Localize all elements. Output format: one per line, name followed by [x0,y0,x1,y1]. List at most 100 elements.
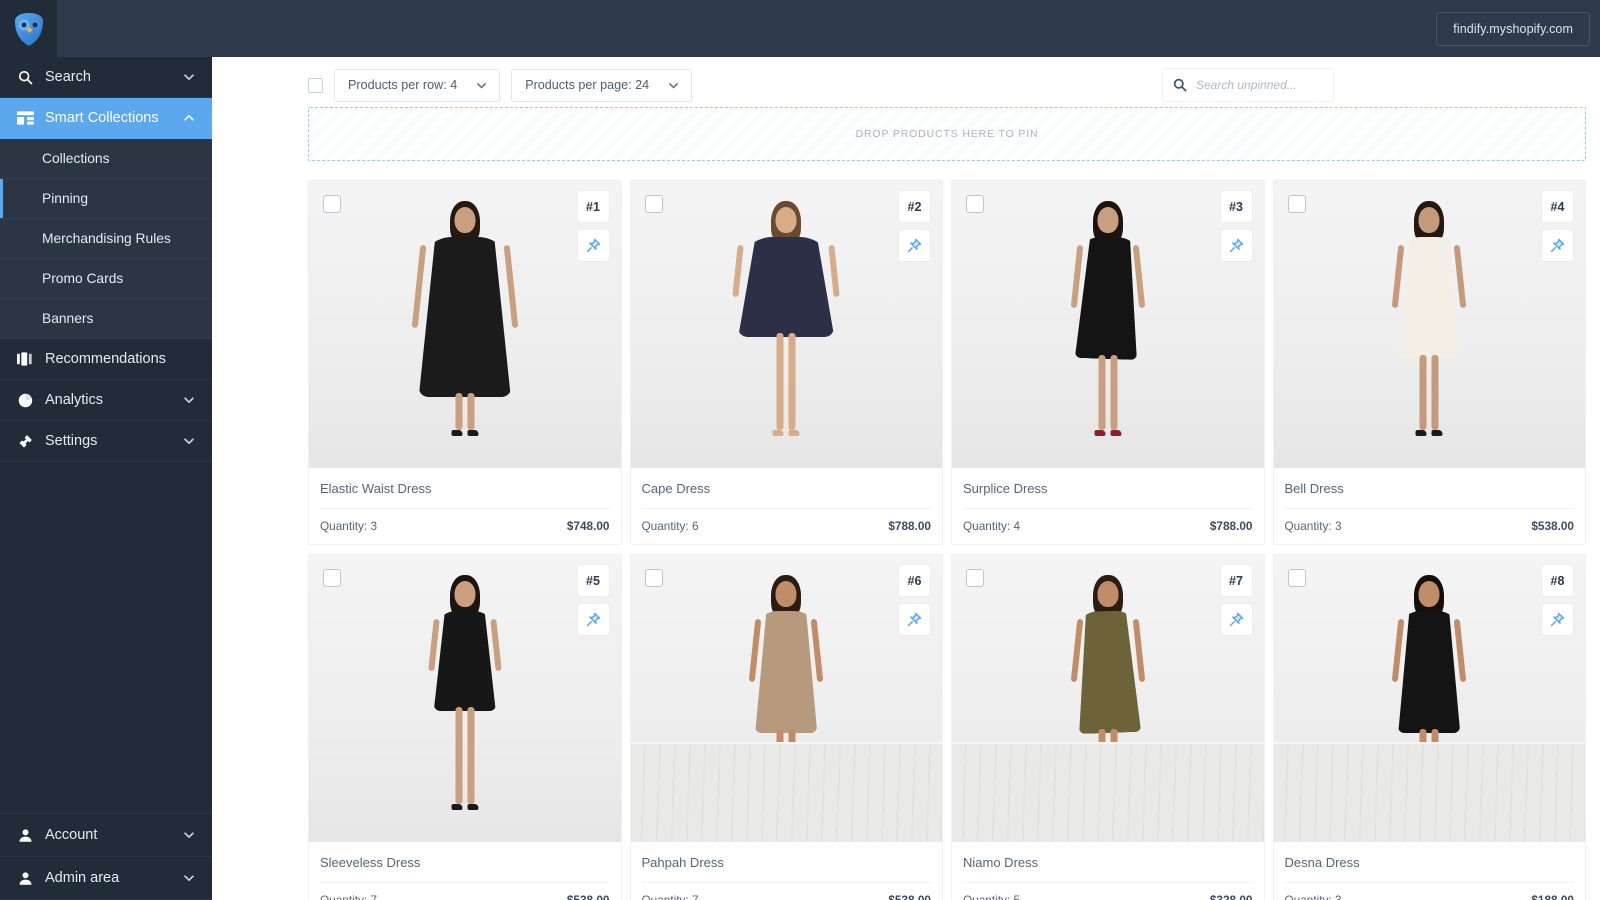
pin-icon[interactable] [1221,604,1252,635]
product-image-area[interactable]: #6 [631,555,943,842]
product-title: Cape Dress [642,468,932,509]
model-legs [455,707,474,804]
store-domain-chip[interactable]: findify.myshopify.com [1436,12,1590,46]
product-select-checkbox[interactable] [1288,569,1306,587]
product-price: $788.00 [1210,519,1253,533]
product-rank-badge: #6 [899,565,930,596]
search-unpinned-box[interactable] [1162,68,1334,102]
product-card[interactable]: #5 Sleeveless Dress Quantity: 7 $538.00 [308,554,622,900]
chevron-down-icon [475,79,488,92]
product-quantity: Quantity: 5 [963,893,1020,900]
product-select-checkbox[interactable] [966,195,984,213]
model-legs [1098,355,1117,430]
product-image-area[interactable]: #3 [952,181,1264,468]
sidebar: Search Smart Collections Collections Pin… [0,57,212,900]
search-input[interactable] [1196,78,1323,92]
product-grid: #1 Elastic Waist Dress Quantity: 3 $748.… [308,180,1586,900]
product-image-area[interactable]: #4 [1274,181,1586,468]
product-title: Sleeveless Dress [320,842,610,883]
products-per-row-select[interactable]: Products per row: 4 [334,69,500,102]
product-meta: Quantity: 3 $188.00 [1285,883,1575,900]
product-select-checkbox[interactable] [1288,195,1306,213]
product-photo [1274,181,1586,468]
product-image-area[interactable]: #5 [309,555,621,842]
model-head [1097,581,1118,607]
model-head [454,581,475,607]
product-card[interactable]: #3 Surplice Dress Quantity: 4 $788.00 [951,180,1265,545]
sidebar-item-settings[interactable]: Settings [0,421,212,462]
chevron-down-icon [182,871,196,885]
sidebar-item-pinning[interactable]: Pinning [0,179,212,219]
model-shoes [1416,430,1443,436]
product-select-checkbox[interactable] [645,195,663,213]
product-price: $538.00 [1531,519,1574,533]
product-meta: Quantity: 3 $748.00 [320,509,610,544]
product-badges: #6 [899,565,930,635]
dropzone-label: DROP PRODUCTS HERE TO PIN [856,128,1039,140]
product-card[interactable]: #1 Elastic Waist Dress Quantity: 3 $748.… [308,180,622,545]
sidebar-item-recommendations[interactable]: Recommendations [0,339,212,380]
sidebar-item-banners[interactable]: Banners [0,299,212,339]
products-per-row-label: Products per row: 4 [348,78,457,92]
products-per-page-select[interactable]: Products per page: 24 [511,69,692,102]
product-card[interactable]: #4 Bell Dress Quantity: 3 $538.00 [1273,180,1587,545]
product-quantity: Quantity: 7 [320,893,377,900]
pin-dropzone[interactable]: DROP PRODUCTS HERE TO PIN [308,107,1586,161]
product-select-checkbox[interactable] [645,569,663,587]
product-image-area[interactable]: #7 [952,555,1264,842]
recommendations-icon [14,350,36,368]
sidebar-item-smart-collections[interactable]: Smart Collections [0,98,212,139]
product-select-checkbox[interactable] [966,569,984,587]
search-icon [14,68,36,86]
product-card[interactable]: #7 Niamo Dress Quantity: 5 $328.00 [951,554,1265,900]
user-icon [14,826,36,844]
search-icon [1173,78,1187,92]
pin-icon[interactable] [578,230,609,261]
product-card[interactable]: #6 Pahpah Dress Quantity: 7 $538.00 [630,554,944,900]
pin-icon[interactable] [899,230,930,261]
model-shoes [773,804,800,810]
product-title: Desna Dress [1285,842,1575,883]
product-price: $328.00 [1210,893,1253,900]
chevron-down-icon [182,393,196,407]
chevron-down-icon [182,434,196,448]
product-image-area[interactable]: #8 [1274,555,1586,842]
findify-owl-logo[interactable] [0,0,57,57]
product-quantity: Quantity: 7 [642,893,699,900]
select-all-checkbox[interactable] [308,78,323,93]
product-card-body: Pahpah Dress Quantity: 7 $538.00 [631,842,943,900]
sidebar-item-label: Analytics [45,392,182,408]
sidebar-item-label: Merchandising Rules [42,231,196,246]
product-select-checkbox[interactable] [323,569,341,587]
sidebar-item-label: Smart Collections [45,110,182,126]
sidebar-item-merchandising-rules[interactable]: Merchandising Rules [0,219,212,259]
pin-icon[interactable] [1542,230,1573,261]
model-legs [777,729,796,804]
product-badges: #7 [1221,565,1252,635]
product-card[interactable]: #2 Cape Dress Quantity: 6 $788.00 [630,180,944,545]
model-head [1419,207,1440,233]
product-card[interactable]: #8 Desna Dress Quantity: 3 $188.00 [1273,554,1587,900]
product-rank-badge: #7 [1221,565,1252,596]
sidebar-item-account[interactable]: Account [0,814,212,857]
product-rank-badge: #1 [578,191,609,222]
sidebar-item-collections[interactable]: Collections [0,139,212,179]
sidebar-item-admin-area[interactable]: Admin area [0,857,212,900]
pin-icon[interactable] [899,604,930,635]
model-dress [1075,236,1141,360]
product-quantity: Quantity: 4 [963,519,1020,533]
sidebar-item-promo-cards[interactable]: Promo Cards [0,259,212,299]
product-image-area[interactable]: #2 [631,181,943,468]
sidebar-item-search[interactable]: Search [0,57,212,98]
pin-icon[interactable] [1221,230,1252,261]
pin-icon[interactable] [1542,604,1573,635]
model-dress [1398,237,1460,359]
analytics-pie-icon [14,391,36,409]
product-price: $538.00 [567,893,610,900]
sidebar-item-analytics[interactable]: Analytics [0,380,212,421]
sidebar-item-label: Pinning [42,191,196,206]
pin-icon[interactable] [578,604,609,635]
product-image-area[interactable]: #1 [309,181,621,468]
collections-icon [14,109,36,127]
product-select-checkbox[interactable] [323,195,341,213]
